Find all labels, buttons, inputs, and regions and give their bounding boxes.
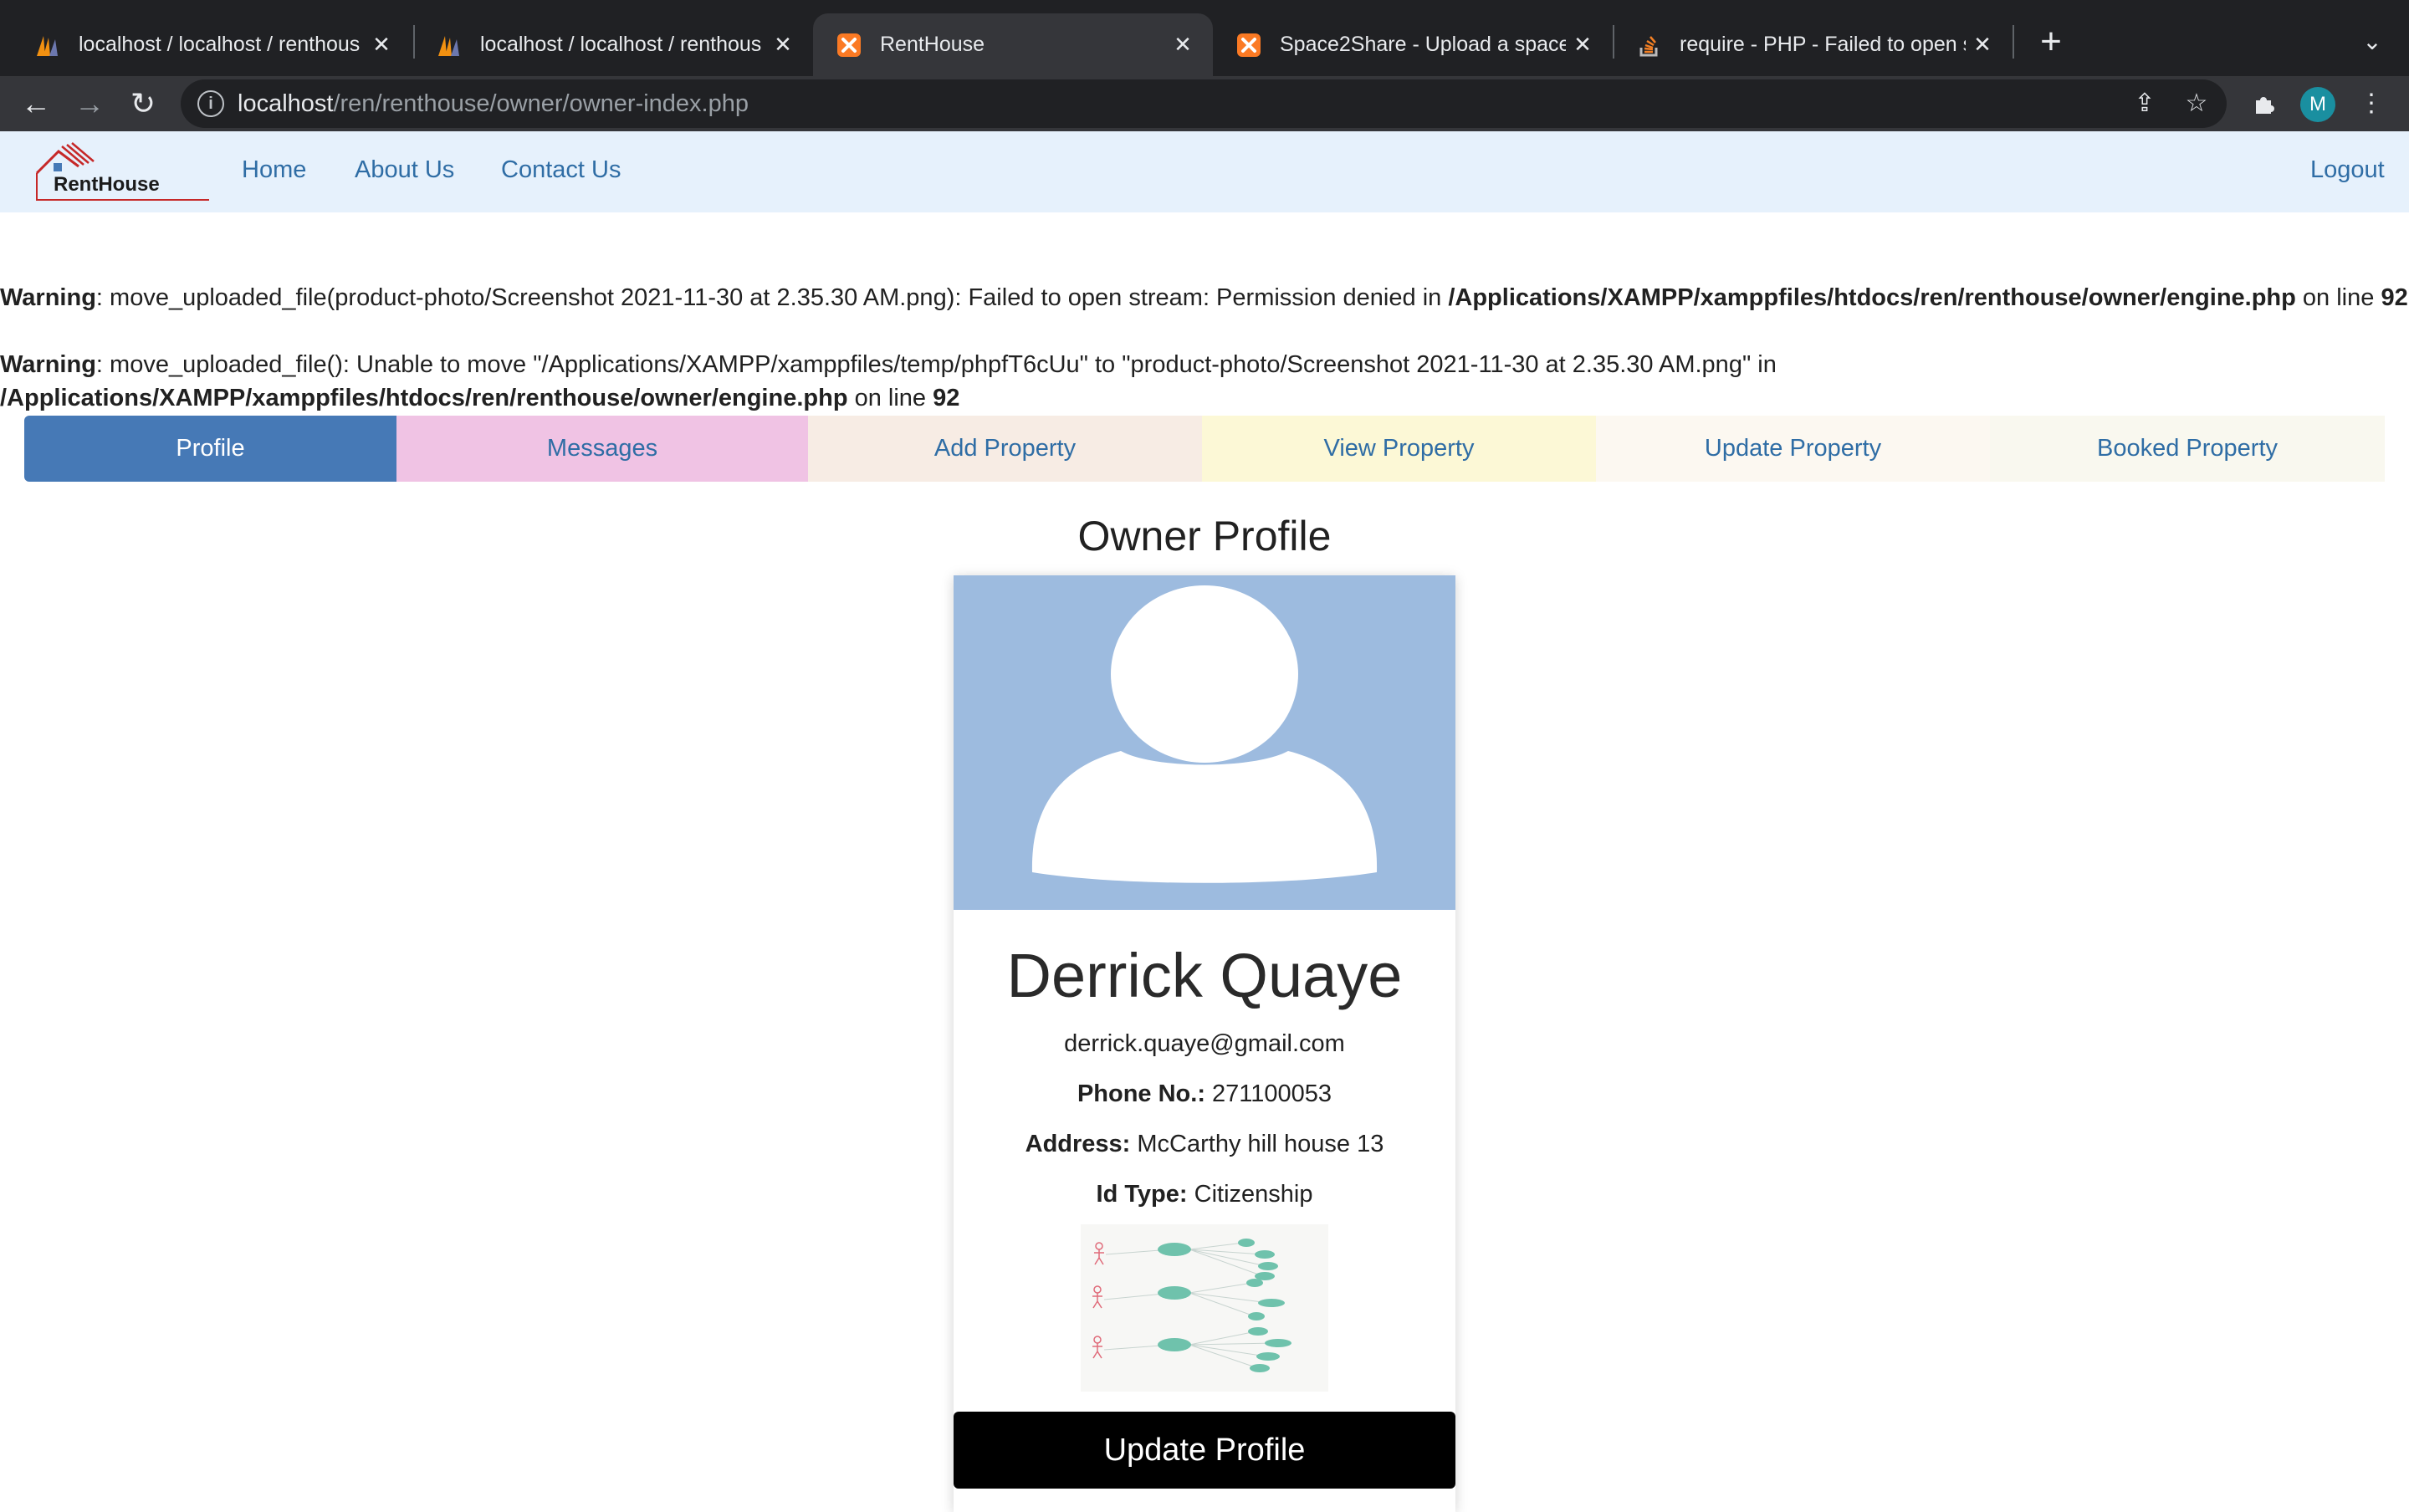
nav-link-about-us[interactable]: About Us [355, 156, 454, 184]
update-profile-button[interactable]: Update Profile [954, 1412, 1455, 1489]
warning-text: : move_uploaded_file(product-photo/Scree… [95, 284, 1449, 311]
id-document-image [1081, 1224, 1328, 1392]
reload-icon[interactable]: ↻ [122, 83, 164, 125]
warning-line-number: 92 [933, 385, 960, 411]
back-arrow-icon[interactable]: ← [15, 83, 57, 125]
close-icon[interactable]: ✕ [1166, 32, 1199, 58]
logout-link[interactable]: Logout [2310, 156, 2385, 184]
warning-text: : move_uploaded_file(): Unable to move "… [95, 351, 1777, 378]
close-icon[interactable]: ✕ [365, 32, 398, 58]
chevron-down-icon[interactable]: ⌄ [2355, 18, 2389, 65]
site-navbar: RentHouse Home About Us Contact Us Logou… [0, 131, 2409, 212]
browser-tab-title: localhost / localhost / renthous [79, 33, 361, 56]
url-host: localhost [238, 90, 334, 117]
warning-path: /Applications/XAMPP/xamppfiles/htdocs/re… [0, 385, 848, 411]
info-icon[interactable]: i [197, 90, 224, 117]
id-type-value: Citizenship [1194, 1181, 1313, 1208]
tab-messages[interactable]: Messages [396, 416, 808, 482]
renthouse-logo[interactable]: RentHouse [33, 140, 209, 205]
address-label: Address: [1025, 1131, 1131, 1157]
warning-on-line: on line [847, 385, 933, 411]
tab-separator [2013, 25, 2014, 59]
browser-tab[interactable]: localhost / localhost / renthous ✕ [12, 13, 412, 76]
owner-tab-bar: Profile Messages Add Property View Prope… [24, 416, 2385, 482]
phpmyadmin-icon [437, 33, 462, 58]
owner-id-type: Id Type: Citizenship [954, 1181, 1455, 1208]
phpmyadmin-icon [35, 33, 60, 58]
close-icon[interactable]: ✕ [766, 32, 800, 58]
owner-email: derrick.quaye@gmail.com [1064, 1030, 1345, 1057]
browser-tab-title: Space2Share - Upload a space [1280, 33, 1566, 56]
browser-tab-title: localhost / localhost / renthous [480, 33, 762, 56]
page-title: Owner Profile [1077, 513, 1332, 559]
browser-tab[interactable]: require - PHP - Failed to open s ✕ [1613, 13, 2013, 76]
url-text[interactable]: localhost/ren/renthouse/owner/owner-inde… [238, 90, 749, 118]
owner-address: Address: McCarthy hill house 13 [954, 1131, 1455, 1158]
close-icon[interactable]: ✕ [1966, 32, 1999, 58]
browser-tab-title: require - PHP - Failed to open s [1680, 33, 1966, 56]
tab-booked-property[interactable]: Booked Property [1990, 416, 2385, 482]
owner-profile-card: Derrick Quaye derrick.quaye@gmail.com Ph… [954, 575, 1455, 1512]
phone-value: 271100053 [1212, 1080, 1332, 1107]
xampp-icon [836, 33, 862, 58]
xampp-icon [1236, 33, 1261, 58]
address-bar[interactable]: i localhost/ren/renthouse/owner/owner-in… [181, 79, 2227, 128]
extensions-puzzle-icon[interactable] [2245, 84, 2284, 123]
new-tab-plus-icon[interactable]: + [2031, 18, 2071, 65]
browser-tab[interactable]: localhost / localhost / renthous ✕ [413, 13, 813, 76]
browser-tab-title: RentHouse [880, 33, 985, 56]
php-warning: Warning: move_uploaded_file(product-phot… [0, 281, 2408, 314]
logo-text: RentHouse [54, 173, 160, 196]
close-icon[interactable]: ✕ [1566, 32, 1599, 58]
owner-phone: Phone No.: 271100053 [954, 1080, 1455, 1108]
php-warning-continuation: /Applications/XAMPP/xamppfiles/htdocs/re… [0, 381, 959, 415]
bookmark-star-icon[interactable]: ☆ [2181, 89, 2212, 119]
warning-path: /Applications/XAMPP/xamppfiles/htdocs/re… [1448, 284, 2296, 311]
browser-tab[interactable]: Space2Share - Upload a space ✕ [1213, 13, 1613, 76]
phone-label: Phone No.: [1077, 1080, 1205, 1107]
warning-line-number: 92 [2381, 284, 2408, 311]
browser-tab-strip: localhost / localhost / renthous ✕ local… [0, 0, 2409, 76]
profile-avatar[interactable]: M [2300, 87, 2335, 122]
more-menu-icon[interactable]: ⋮ [2352, 84, 2391, 123]
php-warning: Warning: move_uploaded_file(): Unable to… [0, 348, 1777, 381]
warning-on-line: on line [2295, 284, 2381, 311]
id-type-label: Id Type: [1096, 1181, 1188, 1208]
url-path: /ren/renthouse/owner/owner-index.php [333, 90, 749, 117]
nav-link-contact-us[interactable]: Contact Us [501, 156, 621, 184]
tab-view-property[interactable]: View Property [1202, 416, 1596, 482]
nav-link-home[interactable]: Home [242, 156, 306, 184]
avatar-placeholder-image [954, 575, 1455, 910]
forward-arrow-icon[interactable]: → [69, 83, 110, 125]
share-icon[interactable]: ⇪ [2130, 89, 2160, 119]
tab-add-property[interactable]: Add Property [808, 416, 1202, 482]
browser-tab-active[interactable]: RentHouse ✕ [813, 13, 1213, 76]
owner-name: Derrick Quaye [1006, 941, 1403, 1010]
warning-label: Warning [0, 284, 96, 311]
browser-toolbar: ← → ↻ i localhost/ren/renthouse/owner/ow… [0, 76, 2409, 131]
tab-profile[interactable]: Profile [24, 416, 396, 482]
warning-label: Warning [0, 351, 96, 378]
tab-update-property[interactable]: Update Property [1596, 416, 1990, 482]
stackoverflow-icon [1636, 33, 1661, 58]
address-value: McCarthy hill house 13 [1137, 1131, 1384, 1157]
